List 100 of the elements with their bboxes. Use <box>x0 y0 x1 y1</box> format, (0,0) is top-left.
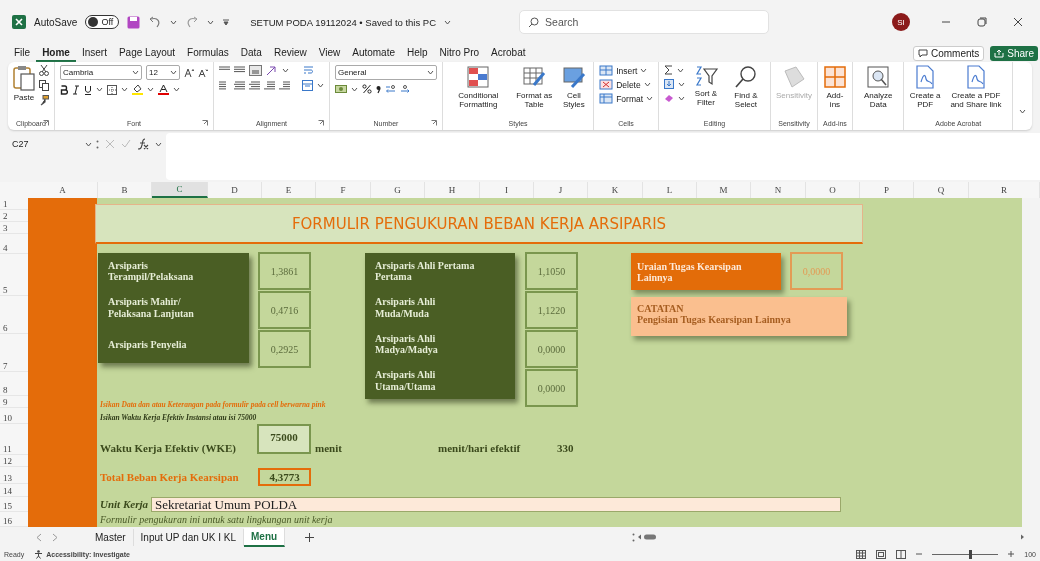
borders-icon[interactable] <box>107 84 117 95</box>
ribbon-button[interactable]: Delete <box>599 79 654 90</box>
copy-icon[interactable] <box>39 80 49 91</box>
ribbon-tab[interactable]: File <box>8 44 37 62</box>
eraser-icon[interactable] <box>664 93 675 103</box>
increase-decimal-icon[interactable] <box>385 84 396 94</box>
row-header[interactable]: 13 <box>3 473 12 483</box>
ribbon-tab[interactable]: Review <box>267 44 313 62</box>
value-cell[interactable]: 1,3861 <box>258 252 311 290</box>
row-header[interactable]: 10 <box>3 413 12 423</box>
dialog-launcher-icon[interactable] <box>431 120 437 126</box>
customize-toolbar-icon[interactable] <box>222 18 231 26</box>
ribbon-tab[interactable]: View <box>312 44 347 62</box>
zoom-in-icon[interactable] <box>1008 551 1015 557</box>
comments-button[interactable]: Comments <box>912 45 985 61</box>
decrease-indent-icon[interactable] <box>264 81 275 90</box>
page-break-icon[interactable] <box>896 549 907 559</box>
italic-icon[interactable] <box>72 84 80 95</box>
row-header[interactable]: 16 <box>3 516 12 526</box>
save-icon[interactable] <box>127 15 141 29</box>
fill-color-icon[interactable] <box>132 84 143 95</box>
align-middle-icon[interactable] <box>234 66 245 75</box>
document-title[interactable]: SETUM PODA 19112024 • Saved to this PC <box>250 16 437 28</box>
ribbon-button[interactable]: Format <box>599 93 654 104</box>
ribbon-button[interactable]: Cell Styles <box>559 65 589 110</box>
font-name-field[interactable]: Cambria <box>60 65 142 80</box>
ribbon-tab[interactable]: Data <box>234 44 268 62</box>
autosave-toggle[interactable]: Off <box>85 15 120 29</box>
grow-font-icon[interactable] <box>184 67 194 78</box>
value-cell[interactable]: 0,0000 <box>525 369 578 407</box>
ribbon-tab[interactable]: Acrobat <box>485 44 532 62</box>
value-cell[interactable]: 1,1050 <box>525 252 578 290</box>
underline-icon[interactable] <box>84 84 92 95</box>
font-color-icon[interactable] <box>158 84 169 95</box>
ribbon-button[interactable]: Sort & Filter <box>689 65 723 108</box>
page-layout-icon[interactable] <box>876 549 887 559</box>
sheet-tab[interactable]: Menu <box>244 527 286 547</box>
search-field[interactable]: Search <box>519 10 770 34</box>
row-header[interactable]: 4 <box>3 243 8 253</box>
number-format-field[interactable]: General <box>335 65 437 80</box>
ribbon-button[interactable]: Add-ins <box>823 65 847 110</box>
ribbon-button[interactable]: Paste <box>13 65 35 103</box>
row-header[interactable]: 8 <box>3 385 8 395</box>
font-size-field[interactable]: 12 <box>146 65 180 80</box>
share-button[interactable]: Share <box>990 45 1038 61</box>
value-cell[interactable]: 0,2925 <box>258 330 311 368</box>
align-right-icon[interactable] <box>249 81 260 90</box>
ribbon-button[interactable]: Insert <box>599 65 654 76</box>
ribbon-tab[interactable]: Nitro Pro <box>433 44 486 62</box>
name-box[interactable]: C27 <box>8 137 92 151</box>
value-cell[interactable]: 0,4716 <box>258 291 311 329</box>
row-header[interactable]: 12 <box>3 456 12 466</box>
dialog-launcher-icon[interactable] <box>318 120 324 126</box>
row-header[interactable]: 6 <box>3 323 8 333</box>
value-cell[interactable]: 0,0000 <box>525 330 578 368</box>
close-icon[interactable] <box>1013 17 1023 27</box>
row-header[interactable]: 3 <box>3 223 8 233</box>
ribbon-tab[interactable]: Insert <box>75 44 113 62</box>
input-field[interactable]: Sekretariat Umum POLDA <box>151 497 841 512</box>
row-header[interactable]: 1 <box>3 199 8 209</box>
check-icon[interactable] <box>121 139 131 149</box>
ribbon-button[interactable]: Conditional Formatting <box>448 65 509 110</box>
comma-style-icon[interactable] <box>376 84 381 94</box>
column-header[interactable]: C <box>152 182 208 198</box>
row-header[interactable]: 5 <box>3 285 8 295</box>
value-cell[interactable]: 4,3773 <box>258 468 311 486</box>
row-header[interactable]: 11 <box>3 444 12 454</box>
autosum-icon[interactable] <box>664 65 674 75</box>
orientation-icon[interactable] <box>266 65 278 76</box>
merge-cells-icon[interactable] <box>302 80 313 91</box>
dialog-launcher-icon[interactable] <box>202 120 208 126</box>
sheet-tab[interactable]: Master <box>88 528 134 546</box>
currency-icon[interactable] <box>335 84 347 94</box>
decrease-decimal-icon[interactable] <box>400 84 411 94</box>
ribbon-tab[interactable]: Automate <box>346 44 402 62</box>
align-bottom-icon[interactable] <box>249 65 262 76</box>
row-header[interactable]: 2 <box>3 211 8 221</box>
row-header[interactable]: 15 <box>3 501 12 511</box>
align-center-icon[interactable] <box>234 81 245 90</box>
row-header[interactable]: 9 <box>3 397 8 407</box>
row-header[interactable]: 7 <box>3 361 8 371</box>
add-sheet-icon[interactable] <box>305 532 315 542</box>
shrink-font-icon[interactable] <box>198 67 208 78</box>
function-icon[interactable] <box>137 138 149 150</box>
ribbon-tab[interactable]: Help <box>401 44 434 62</box>
increase-indent-icon[interactable] <box>279 81 290 90</box>
format-painter-icon[interactable] <box>39 95 49 106</box>
percent-icon[interactable] <box>362 84 372 94</box>
zoom-slider-thumb[interactable] <box>968 549 972 559</box>
cut-icon[interactable] <box>39 65 49 76</box>
fill-icon[interactable] <box>664 79 675 89</box>
bold-icon[interactable] <box>60 84 68 95</box>
ribbon-button[interactable]: Analyze Data <box>858 65 899 110</box>
ribbon-button[interactable]: Format as Table <box>512 65 556 110</box>
ribbon-button[interactable]: Find & Select <box>726 65 765 110</box>
normal-view-icon[interactable] <box>856 549 867 559</box>
value-cell[interactable]: 75000 <box>257 424 311 454</box>
ribbon-tab[interactable]: Formulas <box>181 44 235 62</box>
ribbon-button[interactable]: Create a PDF <box>909 65 941 110</box>
restore-icon[interactable] <box>977 17 987 27</box>
